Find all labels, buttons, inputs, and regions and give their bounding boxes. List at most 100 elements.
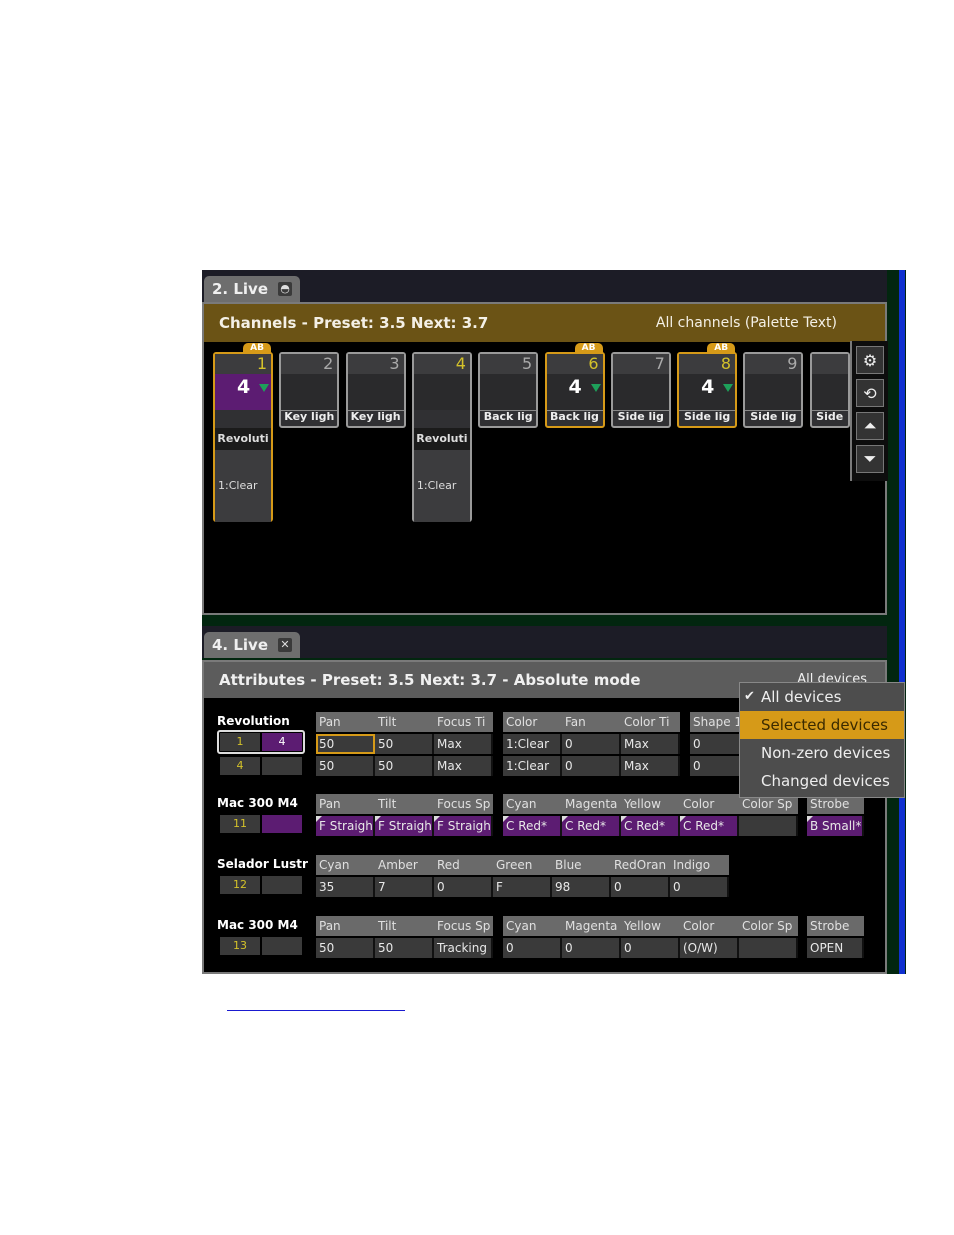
device-name: Revoluti <box>215 428 271 450</box>
attribute-value[interactable]: Tracking <box>434 938 493 958</box>
device-channel-row[interactable]: 11 <box>220 815 302 833</box>
attribute-header: Yellow <box>621 916 680 936</box>
channel-cell[interactable]: 1 <box>220 733 260 751</box>
attribute-group: Cyan Magenta Yellow Color Color Sp 0 0 0 (O/W) <box>503 916 798 958</box>
attribute-value[interactable]: 0 <box>562 938 621 958</box>
attribute-value[interactable]: 50 <box>375 734 434 754</box>
menu-item-changed-devices[interactable]: Changed devices <box>740 767 904 795</box>
channel-tile-1[interactable]: 1 4 AB Revoluti 1:Clear <box>213 343 273 522</box>
channel-tile-9[interactable]: 9 Side lig <box>743 352 804 428</box>
close-icon[interactable]: ✕ <box>278 638 293 652</box>
attribute-value[interactable]: 0 <box>621 938 680 958</box>
attribute-value[interactable]: 7 <box>375 877 434 897</box>
attribute-value[interactable]: 50 <box>316 938 375 958</box>
channel-cell[interactable]: 4 <box>262 733 302 751</box>
gear-icon[interactable]: ⚙ <box>856 346 884 374</box>
attribute-header: Pan <box>316 794 375 814</box>
channel-number: 7 <box>654 354 665 373</box>
attribute-value[interactable]: B Small* <box>807 816 864 836</box>
channel-cell[interactable]: 11 <box>220 815 260 833</box>
attribute-value[interactable]: 50 <box>316 734 375 754</box>
channel-cell[interactable]: 4 <box>220 757 260 775</box>
channel-tile-4[interactable]: 4 Revoluti 1:Clear <box>411 352 472 522</box>
attribute-header: Blue <box>552 855 611 875</box>
device-channel-row[interactable]: 13 <box>220 937 302 955</box>
channel-tile-3[interactable]: 3 Key ligh <box>345 352 406 428</box>
attribute-value[interactable]: Max <box>434 756 493 776</box>
scroll-down-icon[interactable]: ⏷ <box>856 445 884 473</box>
channel-cell[interactable] <box>262 757 302 775</box>
channel-cell[interactable]: 13 <box>220 937 260 955</box>
attribute-value[interactable]: 0 <box>670 877 729 897</box>
attribute-value[interactable]: 0 <box>562 756 621 776</box>
channel-cell[interactable] <box>262 815 302 833</box>
attribute-value[interactable]: 0 <box>562 734 621 754</box>
attribute-value[interactable]: 50 <box>375 938 434 958</box>
channel-tile-8[interactable]: 8 4 AB Side lig <box>677 343 738 428</box>
device-name: Mac 300 M4 <box>217 918 298 932</box>
channel-number: 8 <box>720 354 732 373</box>
lock-icon[interactable]: ◓ <box>278 282 293 296</box>
channel-cell[interactable] <box>262 937 302 955</box>
attribute-header: Cyan <box>503 794 562 814</box>
attribute-value[interactable]: 0 <box>503 938 562 958</box>
channel-tile-7[interactable]: 7 Side lig <box>610 352 671 428</box>
attribute-value[interactable] <box>739 938 798 958</box>
channel-tile-partial[interactable]: Side <box>809 352 850 428</box>
attribute-value[interactable]: 50 <box>375 756 434 776</box>
menu-item-non-zero-devices[interactable]: Non-zero devices <box>740 739 904 767</box>
attribute-header: Color Sp <box>739 916 798 936</box>
tab-2-live[interactable]: 2. Live ◓ <box>204 276 301 302</box>
attribute-value[interactable]: C Red* <box>562 816 621 836</box>
channels-title: Channels - Preset: 3.5 Next: 3.7 <box>219 314 489 332</box>
attribute-value[interactable]: (O/W) <box>680 938 739 958</box>
attribute-value-row: 0 0 0 (O/W) <box>503 936 798 958</box>
attribute-value[interactable]: F Straigh <box>316 816 375 836</box>
device-channel-row[interactable]: 14 <box>217 730 305 754</box>
attribute-value[interactable]: F Straigh <box>434 816 493 836</box>
attribute-header: RedOran <box>611 855 670 875</box>
device-channel-row[interactable]: 4 <box>220 757 305 775</box>
device-channel-row[interactable]: 12 <box>220 876 308 894</box>
attribute-header-row: Cyan Amber Red Green Blue RedOran Indigo <box>316 855 729 875</box>
device-filter-menu: ✔ All devices Selected devices Non-zero dev… <box>739 682 905 798</box>
attribute-value[interactable]: Max <box>621 756 680 776</box>
attribute-value[interactable]: F <box>493 877 552 897</box>
channel-tile-2[interactable]: 2 Key ligh <box>279 352 340 428</box>
menu-item-label: Changed devices <box>761 772 890 790</box>
channel-top <box>811 354 848 374</box>
channel-tile-5[interactable]: 5 Back lig <box>478 352 539 428</box>
attribute-value[interactable]: 98 <box>552 877 611 897</box>
attribute-header: Focus Sp <box>434 916 493 936</box>
channel-cell[interactable] <box>262 876 302 894</box>
attribute-value[interactable]: Max <box>621 734 680 754</box>
window-edge <box>899 270 905 974</box>
attribute-value[interactable]: C Red* <box>680 816 739 836</box>
channel-tile-6[interactable]: 6 4 AB Back lig <box>544 343 605 428</box>
attribute-value[interactable]: F Straigh <box>375 816 434 836</box>
channel-level-area <box>281 374 338 411</box>
attribute-value[interactable]: 1:Clear <box>503 756 562 776</box>
attribute-value[interactable]: 0 <box>434 877 493 897</box>
rotate-icon[interactable]: ⟲ <box>856 379 884 407</box>
channel-label <box>413 410 470 428</box>
channel-cell[interactable]: 12 <box>220 876 260 894</box>
channel-level-area <box>413 374 470 411</box>
attribute-value[interactable] <box>739 816 798 836</box>
menu-item-all-devices[interactable]: ✔ All devices <box>740 683 904 711</box>
attribute-value[interactable]: OPEN <box>807 938 864 958</box>
attribute-value[interactable]: C Red* <box>621 816 680 836</box>
tab-4-live[interactable]: 4. Live ✕ <box>204 632 301 658</box>
attribute-value[interactable]: 50 <box>316 756 375 776</box>
tab-label: 2. Live <box>212 280 269 298</box>
attribute-value[interactable]: 35 <box>316 877 375 897</box>
attribute-value[interactable]: Max <box>434 734 493 754</box>
hyperlink-underline[interactable] <box>227 1010 405 1011</box>
menu-item-selected-devices[interactable]: Selected devices <box>740 711 904 739</box>
attribute-value[interactable]: 0 <box>611 877 670 897</box>
scroll-up-icon[interactable]: ⏶ <box>856 412 884 440</box>
attribute-value[interactable]: C Red* <box>503 816 562 836</box>
attribute-value[interactable]: 1:Clear <box>503 734 562 754</box>
channels-filter[interactable]: All channels (Palette Text) <box>656 304 837 342</box>
attribute-header-row: Color Fan Color Ti <box>503 712 680 732</box>
